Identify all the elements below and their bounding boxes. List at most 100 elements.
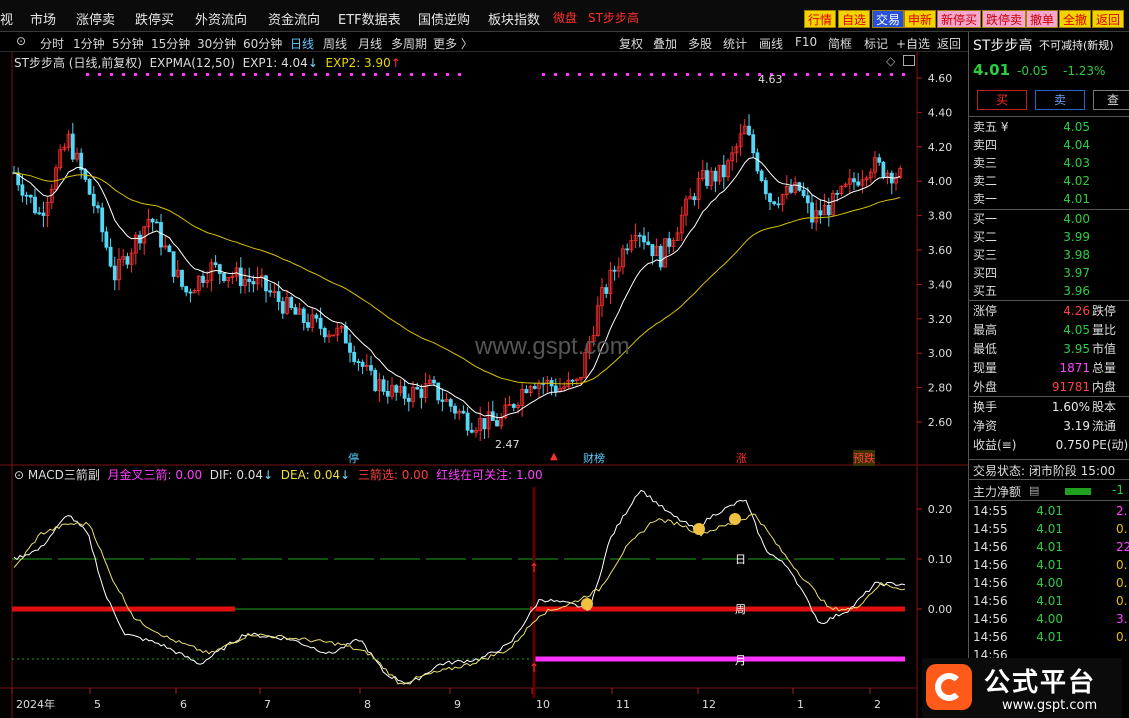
table-icon[interactable]: ▤ — [1029, 484, 1039, 497]
signal-dot — [290, 73, 293, 76]
row-label: 收益(≡) — [973, 438, 1017, 452]
draw-line-button[interactable]: 画线 — [759, 35, 783, 52]
high-price-label: 4.63 — [758, 73, 783, 86]
event-marker-rise[interactable]: 涨 — [736, 450, 747, 466]
buy-button[interactable]: 买 — [977, 90, 1027, 110]
price-change: -0.05 — [1017, 64, 1049, 78]
row-value: 0.750 — [1055, 438, 1090, 452]
watchlist-button[interactable]: 自选 — [838, 10, 871, 28]
row-value: 3.98 — [1063, 248, 1090, 262]
simple-frame-button[interactable]: 简框 — [828, 35, 852, 52]
candle-body — [759, 170, 764, 181]
return-button[interactable]: 返回 — [937, 35, 961, 52]
query-button[interactable]: 查 — [1093, 90, 1129, 110]
row-label: 买三 — [973, 248, 998, 262]
candle-body — [805, 195, 810, 204]
candle-body — [222, 273, 226, 282]
bid-row: 买二 3.99 — [973, 228, 1128, 246]
period-tab[interactable]: 60分钟 — [243, 35, 282, 52]
cancel-all-button[interactable]: 全撤 — [1059, 10, 1092, 28]
kline-chart-area[interactable]: 4.60 4.40 4.20 4.00 3.80 3.60 3.40 3.20 3.00 2.80… — [0, 52, 968, 718]
candle-body — [721, 164, 726, 178]
event-marker-finance[interactable]: 财榜 — [583, 450, 605, 466]
candle-body — [835, 192, 840, 195]
signal-dot — [434, 73, 437, 76]
candle-body — [289, 297, 294, 308]
signal-dot — [734, 73, 737, 76]
menu-item[interactable]: 外资流向 — [195, 9, 247, 28]
menu-item-red[interactable]: 微盘 — [553, 9, 577, 26]
signal-dot — [386, 73, 389, 76]
row-label-2: PE(动) — [1092, 438, 1129, 452]
candle-body — [104, 231, 109, 248]
menu-item[interactable]: 国债逆购 — [418, 9, 470, 28]
period-tab[interactable]: 15分钟 — [151, 35, 190, 52]
event-marker-halt[interactable]: 停 — [348, 450, 359, 466]
menu-item-red[interactable]: ST步步高 — [588, 9, 639, 26]
menu-item[interactable]: ETF数据表 — [338, 9, 401, 28]
row-label: 买四 — [973, 266, 998, 280]
row-label-2: 内盘 — [1092, 380, 1117, 394]
diamond-icon[interactable]: ◇ — [886, 54, 895, 68]
tick-row: 14:56 4.01 0. — [973, 592, 1128, 610]
tick-row: 14:56 4.01 0. — [973, 628, 1128, 646]
row-label: 买五 — [973, 284, 998, 298]
menu-item[interactable]: 跌停买 — [135, 9, 174, 28]
ipo-button[interactable]: 申新 — [904, 10, 937, 28]
multi-stock-button[interactable]: 多股 — [688, 35, 712, 52]
time-tick-label: 2024年 — [16, 697, 55, 711]
weekly-line-label: 周 — [735, 603, 746, 616]
time-tick-label: 2 — [874, 698, 881, 711]
tick-volume: 22. — [1116, 540, 1129, 554]
window-icon[interactable] — [903, 55, 915, 66]
macd-tick-label: 0.20 — [928, 503, 953, 516]
menu-item[interactable]: 板块指数 — [488, 9, 540, 28]
menu-item[interactable]: 资金流向 — [268, 9, 320, 28]
candle-body — [100, 207, 105, 233]
mark-button[interactable]: 标记 — [864, 35, 888, 52]
signal-dot — [338, 73, 341, 76]
g-logo-icon — [926, 664, 972, 710]
overlay-button[interactable]: 叠加 — [653, 35, 677, 52]
signal-dot — [458, 73, 461, 76]
period-tab[interactable]: 1分钟 — [73, 35, 105, 52]
candle-body — [394, 385, 399, 393]
period-tab[interactable]: 多周期 — [391, 35, 427, 52]
add-watchlist-button[interactable]: +自选 — [896, 35, 930, 52]
statistics-button[interactable]: 统计 — [723, 35, 747, 52]
daily-line-label: 日 — [735, 553, 746, 566]
period-tab[interactable]: 周线 — [323, 35, 347, 52]
period-tab-selected[interactable]: 日线 — [290, 35, 314, 52]
period-tab[interactable]: 分时 — [40, 35, 64, 52]
row-label-2: 市值 — [1092, 342, 1117, 356]
menu-item[interactable]: 市场 — [30, 9, 56, 28]
cancel-order-button[interactable]: 撤单 — [1026, 10, 1059, 28]
signal-dot — [362, 73, 365, 76]
sell-button[interactable]: 卖 — [1035, 90, 1085, 110]
collapse-icon[interactable]: ⊙ — [16, 34, 26, 48]
f10-button[interactable]: F10 — [795, 35, 817, 49]
tick-price: 4.01 — [1036, 558, 1063, 572]
collapse-icon[interactable]: ⊙ — [14, 468, 24, 482]
candle-body — [650, 244, 655, 257]
menu-item[interactable]: 视 — [0, 9, 13, 28]
candle-body — [360, 361, 365, 367]
menu-item[interactable]: 涨停卖 — [76, 9, 115, 28]
signal-dot — [170, 73, 173, 76]
period-tab[interactable]: 5分钟 — [112, 35, 144, 52]
signal-dot — [146, 73, 149, 76]
back-button[interactable]: 返回 — [1092, 10, 1125, 28]
signal-dot — [650, 73, 653, 76]
quote-button[interactable]: 行情 — [804, 10, 837, 28]
period-tab[interactable]: 30分钟 — [197, 35, 236, 52]
period-tab[interactable]: 更多 〉 — [433, 35, 473, 52]
candle-body — [495, 420, 499, 427]
period-tab[interactable]: 月线 — [358, 35, 382, 52]
event-marker-forecast[interactable]: 预跌 — [853, 450, 875, 466]
tick-price: 4.01 — [1036, 594, 1063, 608]
restore-rights-button[interactable]: 复权 — [619, 35, 643, 52]
limit-down-sell-button[interactable]: 跌停卖 — [982, 10, 1027, 28]
row-value: 3.96 — [1063, 284, 1090, 298]
new-limit-buy-button[interactable]: 新停买 — [937, 10, 982, 28]
trade-button[interactable]: 交易 — [872, 10, 905, 28]
